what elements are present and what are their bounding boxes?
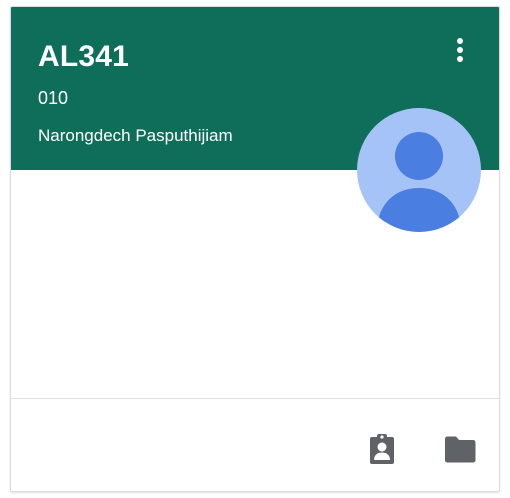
class-folder-button[interactable] [440, 429, 480, 469]
person-icon [377, 132, 461, 232]
assignment-ind-icon [370, 434, 394, 464]
class-title[interactable]: AL341 [38, 39, 129, 75]
more-vert-icon [457, 38, 463, 62]
teacher-name: Narongdech Pasputhijiam [38, 126, 233, 145]
folder-icon [445, 436, 476, 463]
page: AL341 010 Narongdech Pasputhijiam [0, 0, 510, 498]
teacher-avatar [357, 108, 481, 232]
more-options-button[interactable] [444, 34, 476, 66]
class-card[interactable]: AL341 010 Narongdech Pasputhijiam [10, 6, 500, 492]
your-work-button[interactable] [362, 429, 402, 469]
class-section: 010 [38, 88, 69, 108]
class-card-footer [11, 398, 499, 491]
